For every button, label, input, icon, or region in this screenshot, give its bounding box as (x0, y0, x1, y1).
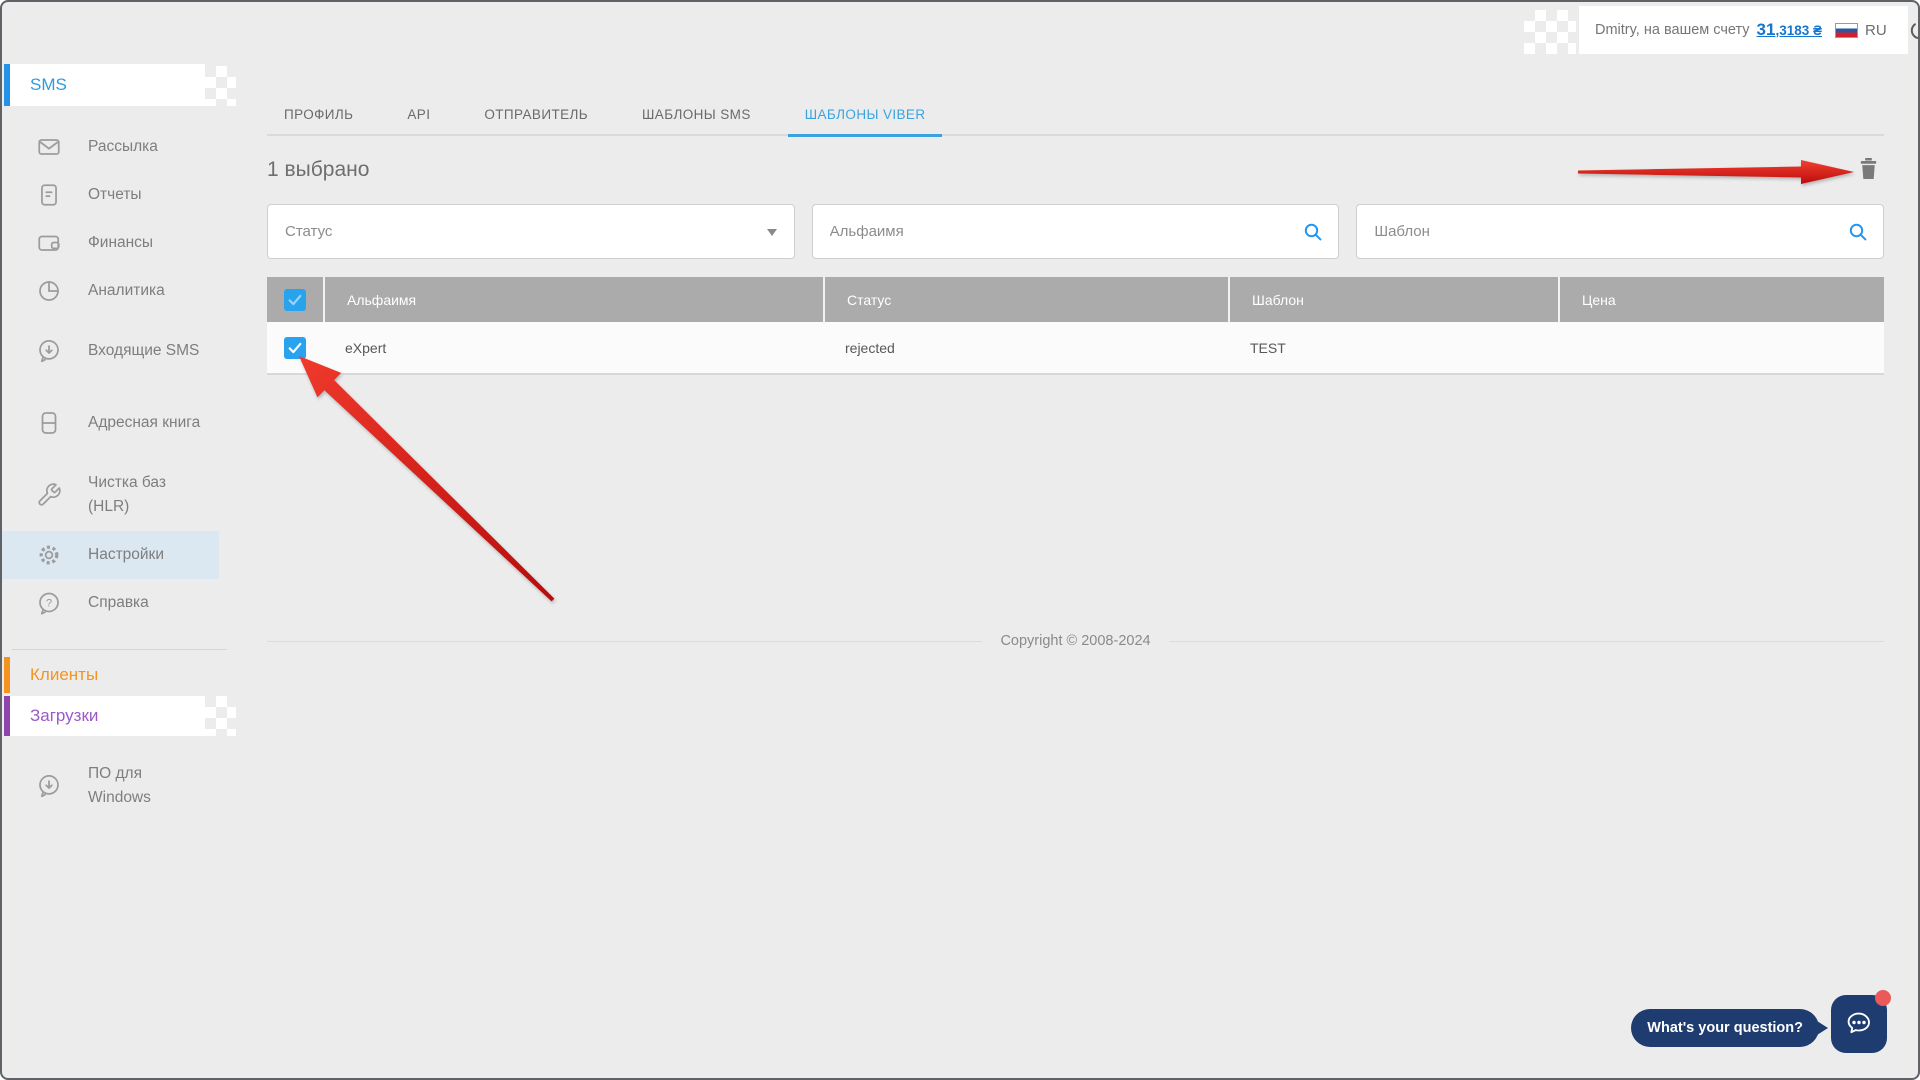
cell-status: rejected (823, 322, 1228, 373)
chat-prompt-bubble[interactable]: What's your question? (1631, 1009, 1819, 1047)
select-all-checkbox[interactable] (284, 289, 306, 311)
column-header-price[interactable]: Цена (1558, 277, 1884, 322)
sidebar-item-analytics[interactable]: Аналитика (2, 267, 219, 315)
tab-profile[interactable]: ПРОФИЛЬ (267, 107, 370, 137)
wrench-icon (36, 482, 62, 508)
sidebar-section-clients[interactable]: Клиенты (4, 657, 205, 693)
cell-template: TEST (1228, 322, 1558, 373)
sidebar-item-label: Финансы (88, 231, 206, 255)
sidebar-section-downloads[interactable]: Загрузки (4, 696, 205, 736)
sidebar-item-label: Справка (88, 591, 206, 615)
tab-api[interactable]: API (390, 107, 447, 137)
sidebar-item-finance[interactable]: Финансы (2, 219, 219, 267)
sidebar-item-help[interactable]: ? Справка (2, 579, 219, 627)
sms-accent-bar (4, 64, 10, 106)
sidebar-item-label: Аналитика (88, 279, 206, 303)
annotation-arrow-to-checkbox (297, 354, 557, 604)
template-search-input[interactable] (1357, 205, 1883, 258)
sidebar-divider (12, 649, 227, 650)
sidebar-item-label: Рассылка (88, 135, 206, 159)
sidebar: SMS Рассылка Отчеты Финансы (2, 2, 235, 1078)
download-icon (36, 773, 62, 799)
annotation-arrow-to-delete (1576, 154, 1856, 190)
wallet-icon (36, 230, 62, 256)
copyright-footer: Copyright © 2008-2024 (267, 633, 1884, 649)
sidebar-section-sms-label: SMS (30, 75, 67, 95)
document-icon (36, 182, 62, 208)
cell-price (1558, 322, 1884, 373)
sidebar-section-downloads-label: Загрузки (30, 706, 98, 726)
chat-prompt-text: What's your question? (1647, 1020, 1803, 1036)
divider-line (1169, 641, 1884, 642)
delete-selected-button[interactable] (1857, 156, 1880, 184)
sidebar-item-windows-software[interactable]: ПО для Windows (2, 750, 219, 822)
tab-viber-templates[interactable]: ШАБЛОНЫ VIBER (788, 107, 943, 137)
status-filter (267, 204, 795, 259)
alpha-name-search-input[interactable] (813, 205, 1339, 258)
table-header-row: Альфаимя Статус Шаблон Цена (267, 277, 1884, 322)
envelope-icon (36, 134, 62, 160)
sidebar-item-address-book[interactable]: Адресная книга (2, 387, 219, 459)
chat-icon (1843, 1008, 1875, 1040)
app-window: Dmitry, на вашем счету 31,3183 ₴ RU SMS … (0, 0, 1920, 1080)
sidebar-menu: Рассылка Отчеты Финансы Аналитика (2, 123, 235, 627)
sidebar-section-clients-label: Клиенты (30, 665, 98, 685)
column-header-status[interactable]: Статус (823, 277, 1228, 322)
sidebar-item-settings[interactable]: Настройки (2, 531, 219, 579)
chevron-down-icon[interactable] (767, 229, 777, 236)
sidebar-item-label: ПО для Windows (88, 762, 206, 810)
sidebar-section-sms[interactable]: SMS (4, 64, 205, 106)
sidebar-item-label: Отчеты (88, 183, 206, 207)
column-header-alpha-name[interactable]: Альфаимя (323, 277, 823, 322)
template-filter (1356, 204, 1884, 259)
bubble-download-icon (36, 338, 62, 364)
notification-dot (1875, 990, 1891, 1006)
sidebar-item-label: Адресная книга (88, 411, 206, 435)
tab-bar: ПРОФИЛЬ API ОТПРАВИТЕЛЬ ШАБЛОНЫ SMS ШАБЛ… (267, 98, 1884, 136)
svg-text:?: ? (46, 598, 52, 610)
filters-row (267, 204, 1884, 259)
search-icon[interactable] (1846, 220, 1870, 249)
clients-accent-bar (4, 657, 10, 693)
downloads-accent-bar (4, 696, 10, 736)
tab-sms-templates[interactable]: ШАБЛОНЫ SMS (625, 107, 768, 137)
trash-icon (1857, 156, 1880, 181)
tab-sender[interactable]: ОТПРАВИТЕЛЬ (467, 107, 605, 137)
sidebar-item-mailing[interactable]: Рассылка (2, 123, 219, 171)
chat-launcher-button[interactable] (1831, 995, 1887, 1053)
pie-chart-icon (36, 278, 62, 304)
gear-icon (36, 542, 62, 568)
address-book-icon (36, 410, 62, 436)
column-header-template[interactable]: Шаблон (1228, 277, 1558, 322)
header-checkbox-cell (267, 277, 323, 322)
alpha-name-filter (812, 204, 1340, 259)
sidebar-item-label: Чистка баз (HLR) (88, 471, 206, 519)
status-select[interactable] (268, 205, 794, 258)
check-icon (286, 291, 304, 309)
sidebar-item-incoming-sms[interactable]: Входящие SMS (2, 315, 219, 387)
selected-count-label: 1 выбрано (267, 158, 369, 181)
sidebar-item-label: Настройки (88, 543, 206, 567)
sidebar-item-hlr-cleaning[interactable]: Чистка баз (HLR) (2, 459, 219, 531)
sidebar-item-reports[interactable]: Отчеты (2, 171, 219, 219)
help-icon: ? (36, 590, 62, 616)
search-icon[interactable] (1301, 220, 1325, 249)
divider-line (267, 641, 982, 642)
sidebar-item-label: Входящие SMS (88, 339, 206, 363)
copyright-text: Copyright © 2008-2024 (1000, 633, 1150, 649)
